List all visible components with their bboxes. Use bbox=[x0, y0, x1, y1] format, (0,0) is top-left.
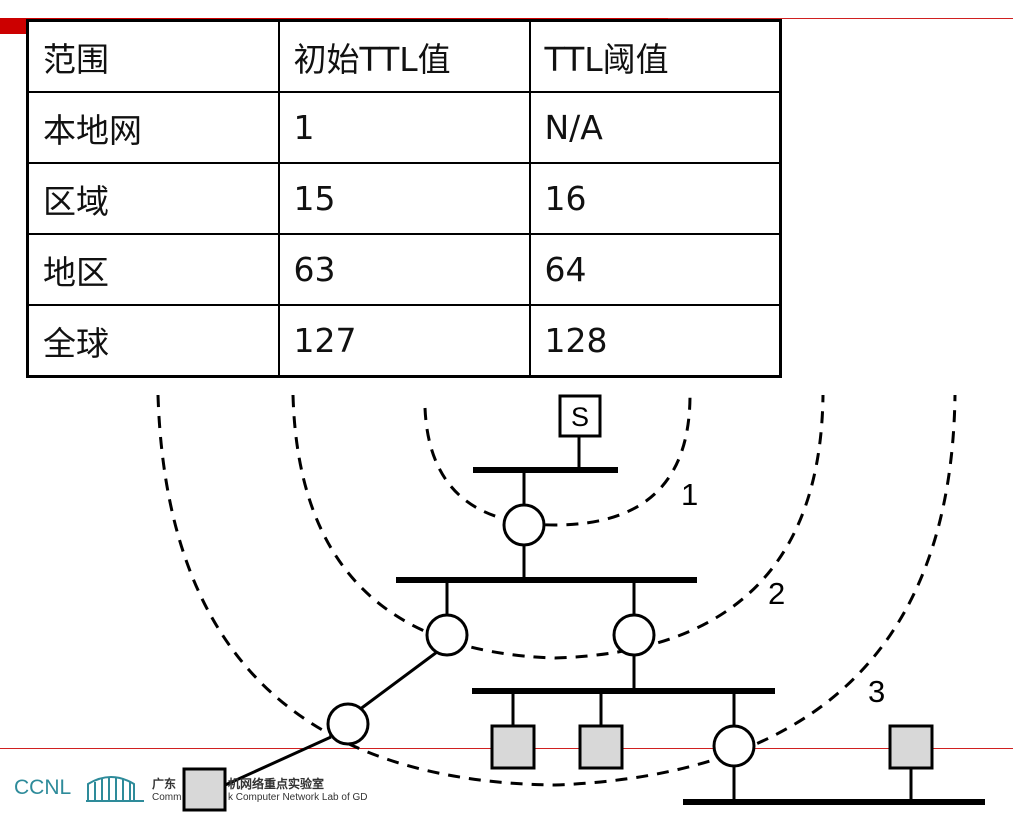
foreground-layer bbox=[182, 767, 227, 812]
host-node bbox=[182, 767, 227, 812]
